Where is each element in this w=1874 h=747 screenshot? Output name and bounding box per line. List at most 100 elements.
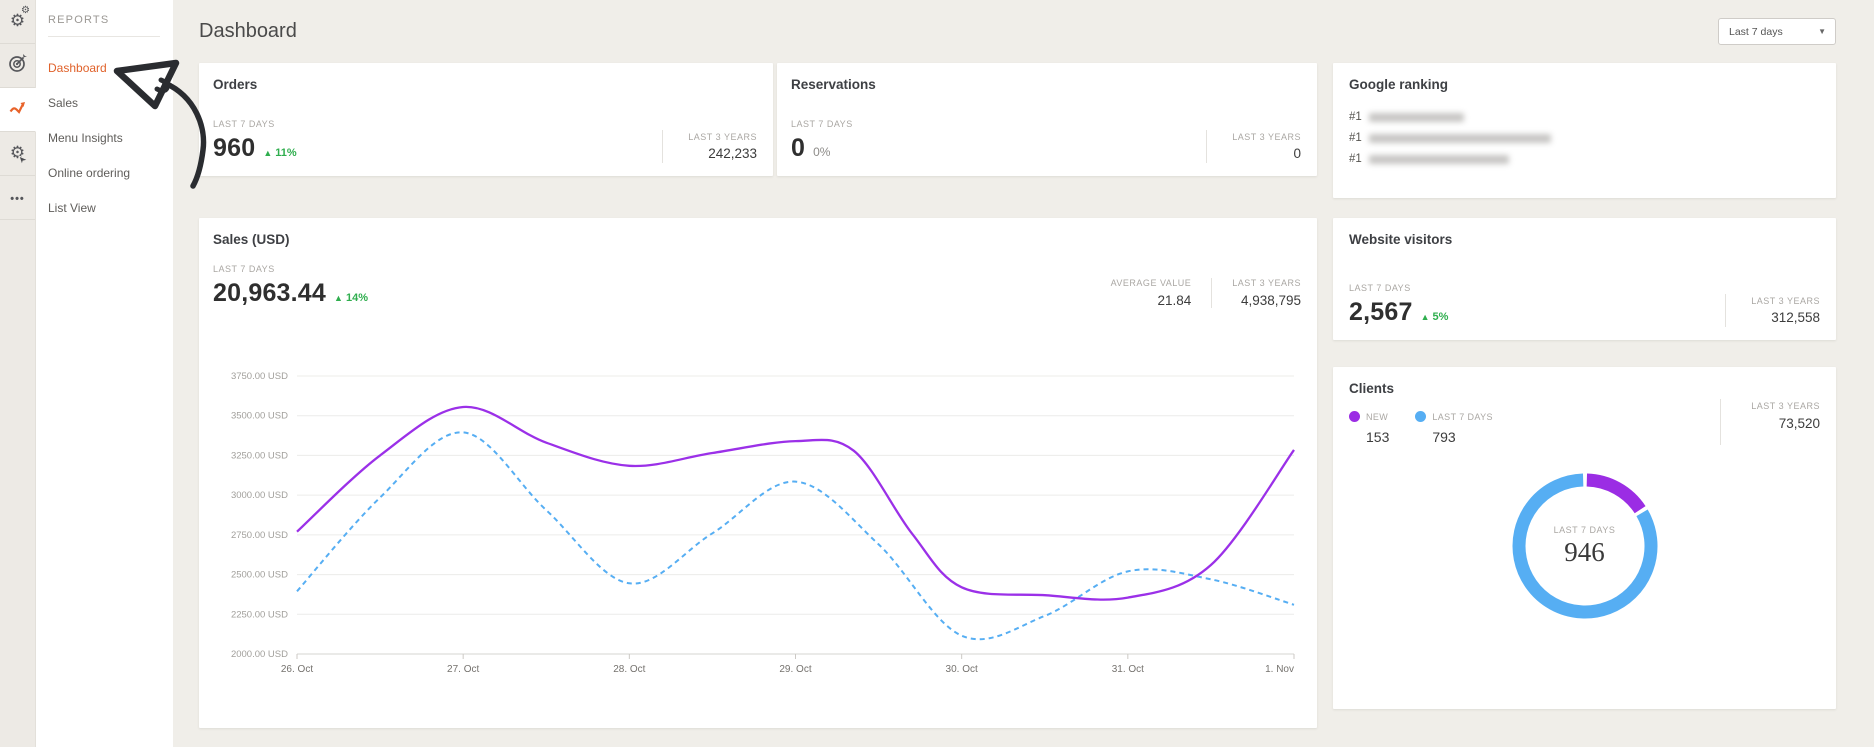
legend-dot-icon [1415,411,1426,422]
gear-pointer-icon: ⚙ [10,144,25,163]
triangle-up-icon: ▲ [263,148,272,158]
clients-top: NEW 153 LAST 7 DAYS793 LAST 3 YEARS 73,520 [1349,399,1820,445]
rail-item-target-goal-icon[interactable] [0,44,35,88]
orders-secondary-label: LAST 3 YEARS [680,132,757,142]
target-goal-icon [7,52,29,79]
google-ranking-card[interactable]: Google ranking #1 #1 #1 [1333,63,1836,198]
y-axis-label: 2500.00 USD [231,570,288,581]
rank-number: #1 [1349,132,1362,144]
visitors-secondary-value: 312,558 [1743,310,1820,325]
legend-value: 153 [1349,429,1389,445]
orders-period-label: LAST 7 DAYS [213,119,662,129]
x-axis-label: 26. Oct [281,664,313,675]
y-axis-label: 2250.00 USD [231,609,288,620]
orders-secondary-value: 242,233 [680,146,757,161]
sidebar-items: DashboardSalesMenu InsightsOnline orderi… [48,51,173,226]
website-visitors-card[interactable]: Website visitors LAST 7 DAYS 2,567 ▲ 5% … [1333,218,1836,340]
visitors-change: ▲ 5% [1421,311,1449,323]
clients-secondary: LAST 3 YEARS 73,520 [1720,399,1820,445]
reservations-period-label: LAST 7 DAYS [791,119,1206,129]
sales-value: 20,963.44 [213,279,326,308]
sales-average-label: AVERAGE VALUE [1111,278,1192,288]
date-range-select[interactable]: Last 7 days ▼ [1718,18,1836,45]
clients-secondary-value: 73,520 [1739,416,1820,431]
rail-item-ellipsis-icon[interactable]: ••• [0,176,35,220]
top-stats-row: Orders LAST 7 DAYS 960 ▲ 11% LAST 3 YEAR [199,63,1317,176]
sales-line-chart[interactable]: 3750.00 USD3500.00 USD3250.00 USD3000.00… [213,362,1301,685]
app-root: ⚙⚙⚙••• REPORTS DashboardSalesMenu Insigh… [0,0,1874,747]
sidebar-item-list-view[interactable]: List View [48,191,173,226]
reservations-card-title: Reservations [791,77,1301,92]
sidebar-item-dashboard[interactable]: Dashboard [48,51,173,86]
legend-item-new: NEW 153 [1349,411,1389,445]
rail-item-line-chart-icon[interactable] [0,88,36,132]
visitors-stats: LAST 7 DAYS 2,567 ▲ 5% LAST 3 YEARS 312,… [1349,283,1820,327]
orders-card-title: Orders [213,77,757,92]
reservations-secondary-value: 0 [1224,146,1301,161]
orders-change: ▲ 11% [263,147,296,159]
date-range-value: Last 7 days [1729,26,1783,38]
rail-item-gear-pointer-icon[interactable]: ⚙ [0,132,35,176]
main-header: Dashboard Last 7 days ▼ [199,0,1836,63]
legend-label: LAST 7 DAYS [1432,412,1493,422]
website-visitors-title: Website visitors [1349,232,1820,247]
clients-secondary-label: LAST 3 YEARS [1739,401,1820,411]
reservations-card[interactable]: Reservations LAST 7 DAYS 0 0% LAST 3 YEA [777,63,1317,176]
sidebar-section-title: REPORTS [48,14,160,37]
rail-item-settings-gears-icon[interactable]: ⚙⚙ [0,0,35,44]
x-axis-label: 28. Oct [613,664,645,675]
legend-dot-icon [1349,411,1360,422]
donut-center-value: 946 [1564,537,1605,568]
y-axis-label: 2000.00 USD [231,649,288,660]
sales-secondary-value: 4,938,795 [1232,293,1301,308]
sidebar-item-online-ordering[interactable]: Online ordering [48,156,173,191]
orders-card[interactable]: Orders LAST 7 DAYS 960 ▲ 11% LAST 3 YEAR [199,63,773,176]
google-ranking-title: Google ranking [1349,77,1820,92]
orders-stats: LAST 7 DAYS 960 ▲ 11% LAST 3 YEARS 242,2… [213,119,757,163]
legend-label: NEW [1366,412,1388,422]
reservations-change: 0% [813,145,830,159]
sales-secondary-block: LAST 3 YEARS 4,938,795 [1211,278,1301,308]
x-axis-label: 27. Oct [447,664,479,675]
x-axis-label: 29. Oct [779,664,811,675]
sales-stats: LAST 7 DAYS 20,963.44 ▲ 14% AVERAGE VALU… [213,264,1301,308]
x-axis-label: 31. Oct [1112,664,1144,675]
donut-center: LAST 7 DAYS 946 [1510,471,1660,621]
series-previous-period [297,432,1294,639]
clients-donut-chart[interactable]: LAST 7 DAYS 946 [1510,471,1660,621]
visitors-secondary-label: LAST 3 YEARS [1743,296,1820,306]
reservations-value: 0 [791,134,805,163]
sales-average-value: 21.84 [1111,293,1192,308]
triangle-up-icon: ▲ [334,293,343,303]
icon-rail: ⚙⚙⚙••• [0,0,36,747]
main-column: Orders LAST 7 DAYS 960 ▲ 11% LAST 3 YEAR [199,63,1317,728]
rank-number: #1 [1349,111,1362,123]
page-title: Dashboard [199,20,297,43]
sales-card: Sales (USD) LAST 7 DAYS 20,963.44 ▲ 14% … [199,218,1317,728]
sales-average-block: AVERAGE VALUE 21.84 [1091,278,1192,308]
chevron-down-icon: ▼ [1818,27,1826,36]
google-rank-row: #1 [1349,130,1820,146]
visitors-value: 2,567 [1349,298,1413,327]
sales-card-title: Sales (USD) [213,232,1301,247]
y-axis-label: 3500.00 USD [231,411,288,422]
ellipsis-icon: ••• [10,189,25,207]
sidebar: REPORTS DashboardSalesMenu InsightsOnlin… [36,0,173,747]
legend-item-last-7-days: LAST 7 DAYS793 [1415,411,1493,445]
y-axis-label: 3250.00 USD [231,450,288,461]
content: Orders LAST 7 DAYS 960 ▲ 11% LAST 3 YEAR [199,63,1836,728]
y-axis-label: 3750.00 USD [231,371,288,382]
google-rank-row: #1 [1349,151,1820,167]
blurred-keyword [1369,155,1509,164]
triangle-up-icon: ▲ [1421,312,1430,322]
clients-card[interactable]: Clients NEW 153 LAST 7 DAYS793 LAST 3 YEAR… [1333,367,1836,709]
blurred-keyword [1369,113,1464,122]
right-column: Google ranking #1 #1 #1 Website visitors L… [1333,63,1836,728]
x-axis-label: 30. Oct [946,664,978,675]
donut-center-label: LAST 7 DAYS [1554,525,1616,535]
clients-title: Clients [1349,381,1820,396]
sidebar-item-menu-insights[interactable]: Menu Insights [48,121,173,156]
orders-value: 960 [213,134,255,163]
sidebar-item-sales[interactable]: Sales [48,86,173,121]
y-axis-label: 2750.00 USD [231,530,288,541]
